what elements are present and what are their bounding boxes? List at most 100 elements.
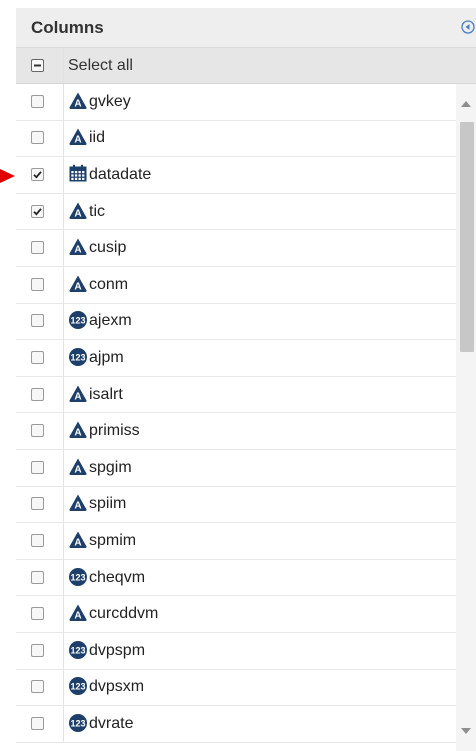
- checkbox-cell: [16, 230, 64, 266]
- numeric-icon: 123: [69, 713, 87, 732]
- character-icon: A: [69, 385, 87, 402]
- column-checkbox[interactable]: [31, 131, 44, 145]
- checkbox-cell: [16, 84, 64, 120]
- column-checkbox[interactable]: [31, 607, 44, 621]
- svg-text:123: 123: [70, 572, 85, 582]
- column-name: cheqvm: [89, 568, 146, 586]
- character-icon: A: [69, 494, 87, 512]
- column-row-spmim[interactable]: Aspmim: [16, 523, 456, 560]
- column-checkbox[interactable]: [31, 241, 44, 255]
- column-row-dvrate[interactable]: 123 dvrate: [16, 706, 456, 743]
- character-icon: A: [69, 531, 87, 548]
- scroll-up-arrow-icon[interactable]: [461, 101, 471, 107]
- character-icon: A: [69, 202, 87, 219]
- column-checkbox[interactable]: [31, 387, 44, 401]
- svg-text:A: A: [74, 537, 81, 548]
- numeric-icon: 123: [69, 677, 87, 696]
- column-row-spiim[interactable]: Aspiim: [16, 486, 456, 524]
- date-icon: [69, 164, 87, 182]
- numeric-icon: 123: [69, 640, 87, 659]
- svg-text:123: 123: [70, 645, 85, 655]
- checkbox-cell: [16, 596, 64, 632]
- numeric-icon: 123: [69, 347, 87, 366]
- column-name: datadate: [89, 165, 152, 183]
- column-name: curcddvm: [89, 605, 159, 623]
- select-all-checkbox[interactable]: [31, 58, 44, 72]
- checkbox-cell: [16, 376, 64, 413]
- column-name: spmim: [89, 531, 137, 549]
- checkbox-cell: [16, 120, 64, 157]
- column-checkbox[interactable]: [31, 716, 44, 730]
- column-checkbox[interactable]: [31, 314, 44, 328]
- column-row-dvpspm[interactable]: 123 dvpspm: [16, 632, 456, 670]
- column-name: cusip: [89, 239, 127, 257]
- column-name: dvrate: [89, 714, 134, 732]
- column-checkbox[interactable]: [31, 460, 44, 474]
- checkbox-cell: [16, 632, 64, 669]
- character-icon: A: [69, 604, 87, 622]
- column-row-cheqvm[interactable]: 123 cheqvm: [16, 559, 456, 597]
- column-row-spgim[interactable]: Aspgim: [16, 449, 456, 487]
- character-icon: A: [69, 458, 87, 475]
- character-icon: A: [69, 275, 87, 292]
- collapse-panel-icon[interactable]: [461, 20, 475, 34]
- column-name: primiss: [89, 422, 140, 440]
- column-row-gvkey[interactable]: Agvkey: [16, 84, 456, 121]
- column-row-curcddvm[interactable]: Acurcddvm: [16, 596, 456, 633]
- character-icon: A: [69, 238, 87, 256]
- column-name: dvpspm: [89, 641, 146, 659]
- column-row-ajexm[interactable]: 123 ajexm: [16, 303, 456, 341]
- column-checkbox[interactable]: [31, 533, 44, 547]
- character-icon: A: [69, 421, 87, 439]
- column-name: iid: [89, 129, 106, 147]
- column-checkbox[interactable]: [31, 680, 44, 694]
- column-checkbox[interactable]: [31, 204, 44, 218]
- checkbox-cell: [16, 523, 64, 559]
- svg-text:A: A: [74, 245, 81, 256]
- column-row-datadate[interactable]: datadate: [16, 157, 456, 194]
- column-row-iid[interactable]: Aiid: [16, 120, 456, 158]
- svg-text:123: 123: [70, 682, 85, 692]
- column-list: Agvkey Aiid datadate Atic Acusip Aconm 123 ajex…: [16, 84, 456, 751]
- column-checkbox[interactable]: [31, 277, 44, 291]
- svg-text:A: A: [74, 611, 81, 622]
- column-row-cusip[interactable]: Acusip: [16, 230, 456, 267]
- scroll-down-arrow-icon[interactable]: [461, 728, 471, 734]
- checkbox-cell: [16, 157, 64, 193]
- column-checkbox[interactable]: [31, 94, 44, 108]
- column-row-dvpsxm[interactable]: 123 dvpsxm: [16, 669, 456, 707]
- column-row-isalrt[interactable]: Aisalrt: [16, 376, 456, 414]
- column-checkbox[interactable]: [31, 350, 44, 364]
- column-checkbox[interactable]: [31, 497, 44, 511]
- column-name: gvkey: [89, 92, 131, 110]
- select-all-row[interactable]: Select all: [16, 48, 476, 84]
- column-checkbox[interactable]: [31, 167, 44, 181]
- column-name: tic: [89, 202, 105, 220]
- character-icon: A: [69, 128, 87, 146]
- svg-text:A: A: [74, 135, 81, 146]
- column-name: dvpsxm: [89, 678, 145, 696]
- svg-text:A: A: [74, 208, 81, 219]
- vertical-scrollbar[interactable]: [456, 84, 476, 751]
- checkbox-cell: [16, 449, 64, 486]
- scrollbar-thumb[interactable]: [460, 122, 474, 352]
- column-name: ajexm: [89, 312, 132, 330]
- select-all-label: Select all: [68, 57, 133, 74]
- column-row-tic[interactable]: Atic: [16, 193, 456, 231]
- numeric-icon: 123: [69, 567, 87, 586]
- select-all-cell: [16, 48, 64, 83]
- column-checkbox[interactable]: [31, 570, 44, 584]
- checkbox-cell: [16, 340, 64, 376]
- column-row-conm[interactable]: Aconm: [16, 266, 456, 304]
- checkbox-cell: [16, 486, 64, 523]
- column-name: isalrt: [89, 385, 123, 403]
- checkbox-cell: [16, 413, 64, 449]
- column-name: spgim: [89, 458, 132, 476]
- column-row-primiss[interactable]: Aprimiss: [16, 413, 456, 450]
- column-checkbox[interactable]: [31, 424, 44, 438]
- pointer-arrow-icon: [0, 169, 15, 183]
- svg-text:A: A: [74, 501, 81, 512]
- character-icon: A: [69, 92, 87, 109]
- column-checkbox[interactable]: [31, 643, 44, 657]
- column-row-ajpm[interactable]: 123 ajpm: [16, 340, 456, 377]
